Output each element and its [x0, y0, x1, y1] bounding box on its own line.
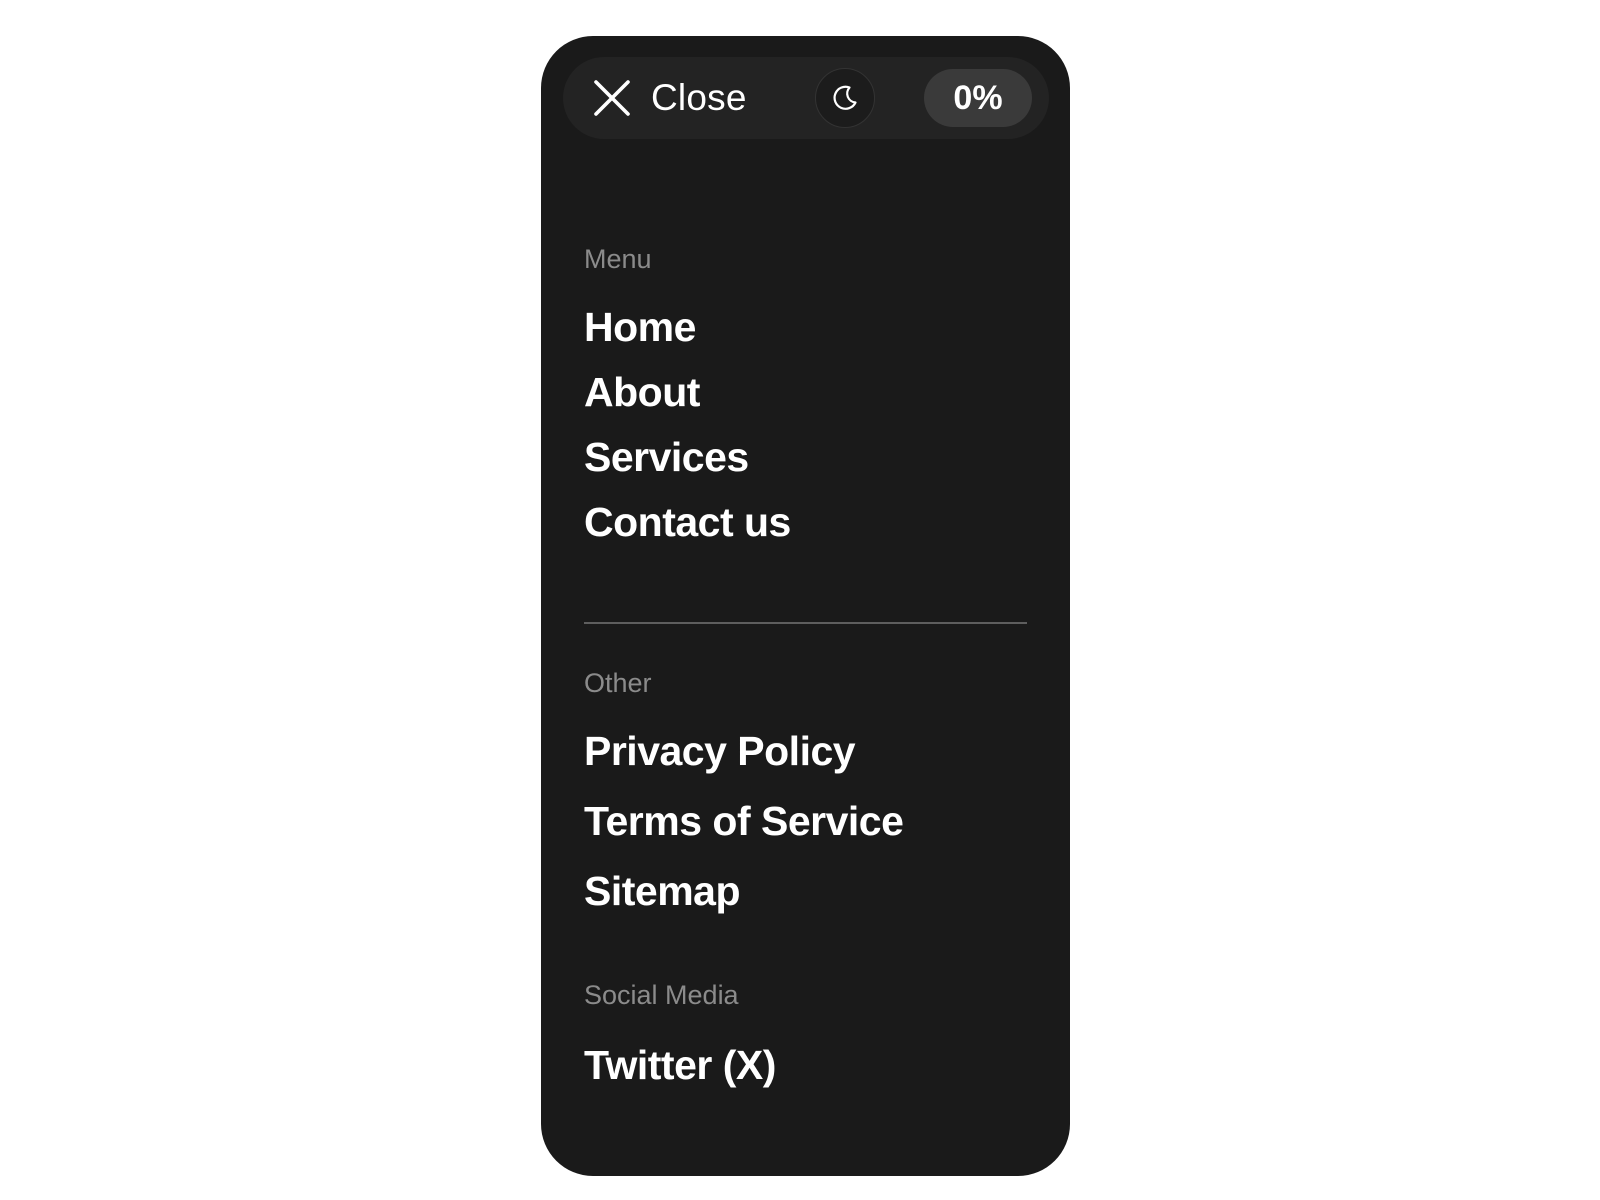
mobile-menu-panel: Close 0% Menu Home About Services Contac…: [541, 36, 1070, 1176]
other-nav-list: Privacy Policy Terms of Service Sitemap: [584, 716, 904, 926]
close-icon: [594, 80, 630, 116]
close-label: Close: [651, 77, 747, 118]
top-bar: Close 0%: [563, 57, 1049, 139]
nav-link-contact-us[interactable]: Contact us: [584, 490, 791, 555]
nav-link-twitter[interactable]: Twitter (X): [584, 1030, 776, 1100]
moon-icon: [833, 85, 857, 110]
section-divider: [584, 622, 1027, 624]
close-button[interactable]: Close: [591, 69, 747, 127]
nav-link-services[interactable]: Services: [584, 425, 791, 490]
menu-section-title: Menu: [584, 244, 652, 274]
nav-link-sitemap[interactable]: Sitemap: [584, 856, 903, 926]
nav-link-home[interactable]: Home: [584, 295, 791, 360]
menu-nav-list: Home About Services Contact us: [584, 295, 791, 555]
social-section-title: Social Media: [584, 980, 739, 1010]
nav-link-terms-of-service[interactable]: Terms of Service: [584, 786, 904, 856]
nav-link-about[interactable]: About: [584, 360, 791, 425]
theme-toggle-button[interactable]: [815, 68, 875, 128]
social-nav-list: Twitter (X): [584, 1030, 776, 1100]
other-section-title: Other: [584, 668, 652, 698]
nav-link-privacy-policy[interactable]: Privacy Policy: [584, 716, 903, 786]
progress-badge: 0%: [924, 69, 1032, 127]
